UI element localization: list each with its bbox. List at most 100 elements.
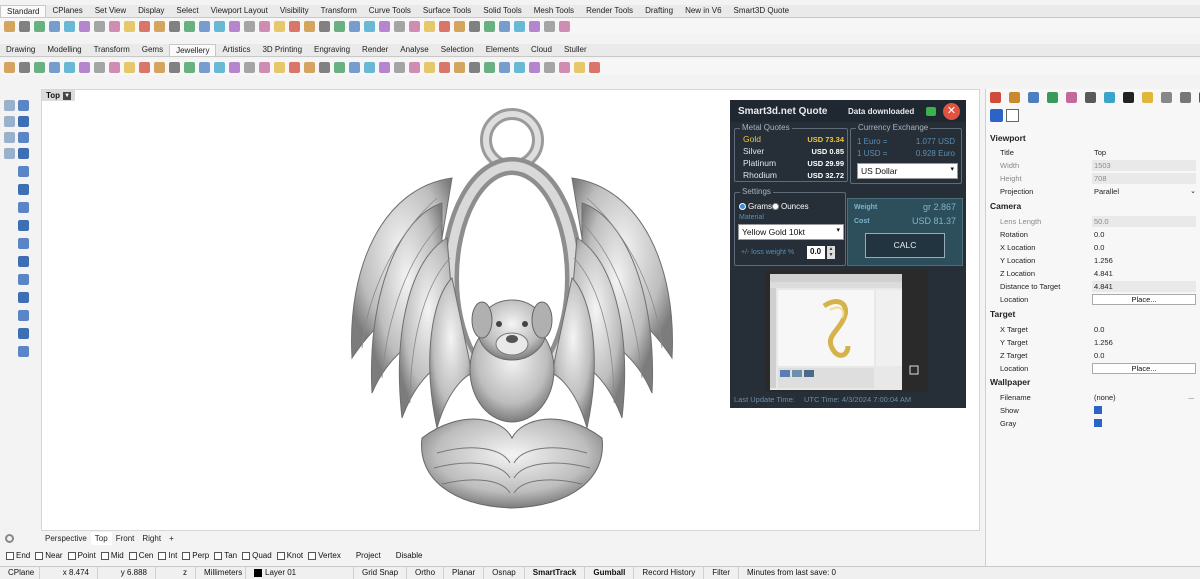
osnap-mid[interactable]: Mid	[100, 551, 124, 560]
status-osnap[interactable]: Osnap	[484, 567, 525, 579]
status-grid-snap[interactable]: Grid Snap	[354, 567, 408, 579]
status-gumball[interactable]: Gumball	[585, 567, 635, 579]
status-layer[interactable]: Layer 01	[246, 567, 354, 579]
panel-tab-icon[interactable]	[1123, 92, 1134, 103]
viewport-tab-front[interactable]: Front	[112, 532, 139, 545]
jewellery-tool-icon[interactable]	[199, 61, 210, 73]
panel-tab-icon[interactable]	[1047, 92, 1058, 103]
jewellery-tool-icon[interactable]	[109, 61, 120, 73]
standard-tool-icon[interactable]	[379, 20, 390, 32]
osnap-checkbox[interactable]	[214, 551, 223, 560]
standard-tool-icon[interactable]	[109, 20, 120, 32]
preview-video-thumbnail[interactable]	[766, 270, 928, 392]
panel-tab-icon[interactable]	[1161, 92, 1172, 103]
standard-tool-icon[interactable]	[499, 20, 510, 32]
toolbar-tab-surface-tools[interactable]: Surface Tools	[417, 5, 477, 17]
standard-tool-icon[interactable]	[139, 20, 150, 32]
prop-rotation[interactable]: Rotation 0.0	[1000, 228, 1196, 240]
gray-checkbox[interactable]	[1094, 419, 1102, 427]
prop-title[interactable]: Title Top	[1000, 146, 1196, 158]
status-ortho[interactable]: Ortho	[407, 567, 445, 579]
left-tool-icon[interactable]	[4, 148, 15, 159]
close-icon[interactable]: ✕	[943, 103, 960, 120]
toolbar-tab-cplanes[interactable]: CPlanes	[46, 5, 88, 17]
toolbar-tab-selection[interactable]: Selection	[435, 44, 480, 56]
standard-tool-icon[interactable]	[334, 20, 345, 32]
panel-tab-icon[interactable]	[1066, 92, 1077, 103]
panel-tab-icon[interactable]	[1142, 92, 1153, 103]
osnap-vertex[interactable]: Vertex	[308, 551, 341, 560]
toolbar-tab-smart3d-quote[interactable]: Smart3D Quote	[728, 5, 796, 17]
osnap-quad[interactable]: Quad	[242, 551, 272, 560]
standard-tool-icon[interactable]	[124, 20, 135, 32]
prop-zt-value[interactable]: 0.0	[1092, 350, 1196, 361]
panel-tab-icon[interactable]	[1085, 92, 1096, 103]
standard-tool-icon[interactable]	[319, 20, 330, 32]
prop-dist-value[interactable]: 4.841	[1092, 280, 1196, 292]
standard-tool-icon[interactable]	[214, 20, 225, 32]
prop-z-location[interactable]: Z Location 4.841	[1000, 267, 1196, 279]
prop-x-target[interactable]: X Target 0.0	[1000, 323, 1196, 335]
panel-tab-icon[interactable]	[990, 92, 1001, 103]
osnap-end[interactable]: End	[6, 551, 30, 560]
jewellery-tool-icon[interactable]	[394, 61, 405, 73]
jewellery-tool-icon[interactable]	[439, 61, 450, 73]
standard-tool-icon[interactable]	[154, 20, 165, 32]
standard-tool-icon[interactable]	[64, 20, 75, 32]
prop-yt-value[interactable]: 1.256	[1092, 337, 1196, 348]
left-tool-icon[interactable]	[18, 100, 29, 111]
toolbar-tab-curve-tools[interactable]: Curve Tools	[363, 5, 417, 17]
prop-distance-to-target[interactable]: Distance to Target 4.841	[1000, 280, 1196, 292]
prop-title-value[interactable]: Top	[1092, 147, 1196, 158]
jewellery-tool-icon[interactable]	[289, 61, 300, 73]
jewellery-tool-icon[interactable]	[454, 61, 465, 73]
wallpaper-tab-icon[interactable]	[1006, 109, 1019, 122]
jewellery-tool-icon[interactable]	[499, 61, 510, 73]
osnap-checkbox[interactable]	[242, 551, 251, 560]
toolbar-tab-viewport-layout[interactable]: Viewport Layout	[205, 5, 274, 17]
osnap-checkbox[interactable]	[182, 551, 191, 560]
status-cplane[interactable]: CPlane	[0, 567, 40, 579]
jewellery-tool-icon[interactable]	[484, 61, 495, 73]
toolbar-tab-stuller[interactable]: Stuller	[558, 44, 593, 56]
toolbar-tab-drafting[interactable]: Drafting	[639, 5, 679, 17]
prop-projection[interactable]: Projection Parallel ⌄	[1000, 185, 1196, 197]
prop-camera-location[interactable]: Location Place...	[1000, 293, 1196, 305]
left-tool-icon[interactable]	[18, 346, 29, 357]
prop-show[interactable]: Show	[1000, 404, 1196, 416]
toolbar-tab-standard[interactable]: Standard	[0, 5, 47, 17]
viewport-tab-top[interactable]: Top	[90, 532, 112, 545]
prop-z-target[interactable]: Z Target 0.0	[1000, 349, 1196, 361]
prop-yloc-value[interactable]: 1.256	[1092, 255, 1196, 266]
osnap-perp[interactable]: Perp	[182, 551, 209, 560]
standard-tool-icon[interactable]	[529, 20, 540, 32]
target-place-button[interactable]: Place...	[1092, 362, 1196, 374]
jewellery-tool-icon[interactable]	[409, 61, 420, 73]
standard-tool-icon[interactable]	[229, 20, 240, 32]
viewport-tabs-gear-icon[interactable]	[5, 534, 14, 543]
left-tool-icon[interactable]	[4, 100, 15, 111]
jewellery-tool-icon[interactable]	[64, 61, 75, 73]
jewellery-tool-icon[interactable]	[589, 61, 600, 73]
toolbar-tab-3d-printing[interactable]: 3D Printing	[256, 44, 308, 56]
material-select[interactable]: Yellow Gold 10kt ▾	[738, 224, 844, 240]
toolbar-tab-new-in-v6[interactable]: New in V6	[679, 5, 727, 17]
left-tool-icon[interactable]	[18, 148, 29, 159]
jewellery-tool-icon[interactable]	[214, 61, 225, 73]
jewellery-tool-icon[interactable]	[424, 61, 435, 73]
jewellery-tool-icon[interactable]	[544, 61, 555, 73]
jewellery-tool-icon[interactable]	[319, 61, 330, 73]
standard-tool-icon[interactable]	[424, 20, 435, 32]
osnap-checkbox[interactable]	[346, 552, 354, 560]
jewellery-tool-icon[interactable]	[364, 61, 375, 73]
standard-tool-icon[interactable]	[469, 20, 480, 32]
osnap-tan[interactable]: Tan	[214, 551, 237, 560]
left-tool-icon[interactable]	[18, 166, 29, 177]
toolbar-tab-transform[interactable]: Transform	[88, 44, 136, 56]
prop-projection-value[interactable]: Parallel	[1092, 186, 1190, 197]
jewellery-tool-icon[interactable]	[469, 61, 480, 73]
toolbar-tab-visibility[interactable]: Visibility	[274, 5, 315, 17]
standard-tool-icon[interactable]	[244, 20, 255, 32]
loss-weight-stepper[interactable]: ▲ ▼	[827, 246, 835, 259]
status-smarttrack[interactable]: SmartTrack	[525, 567, 586, 579]
